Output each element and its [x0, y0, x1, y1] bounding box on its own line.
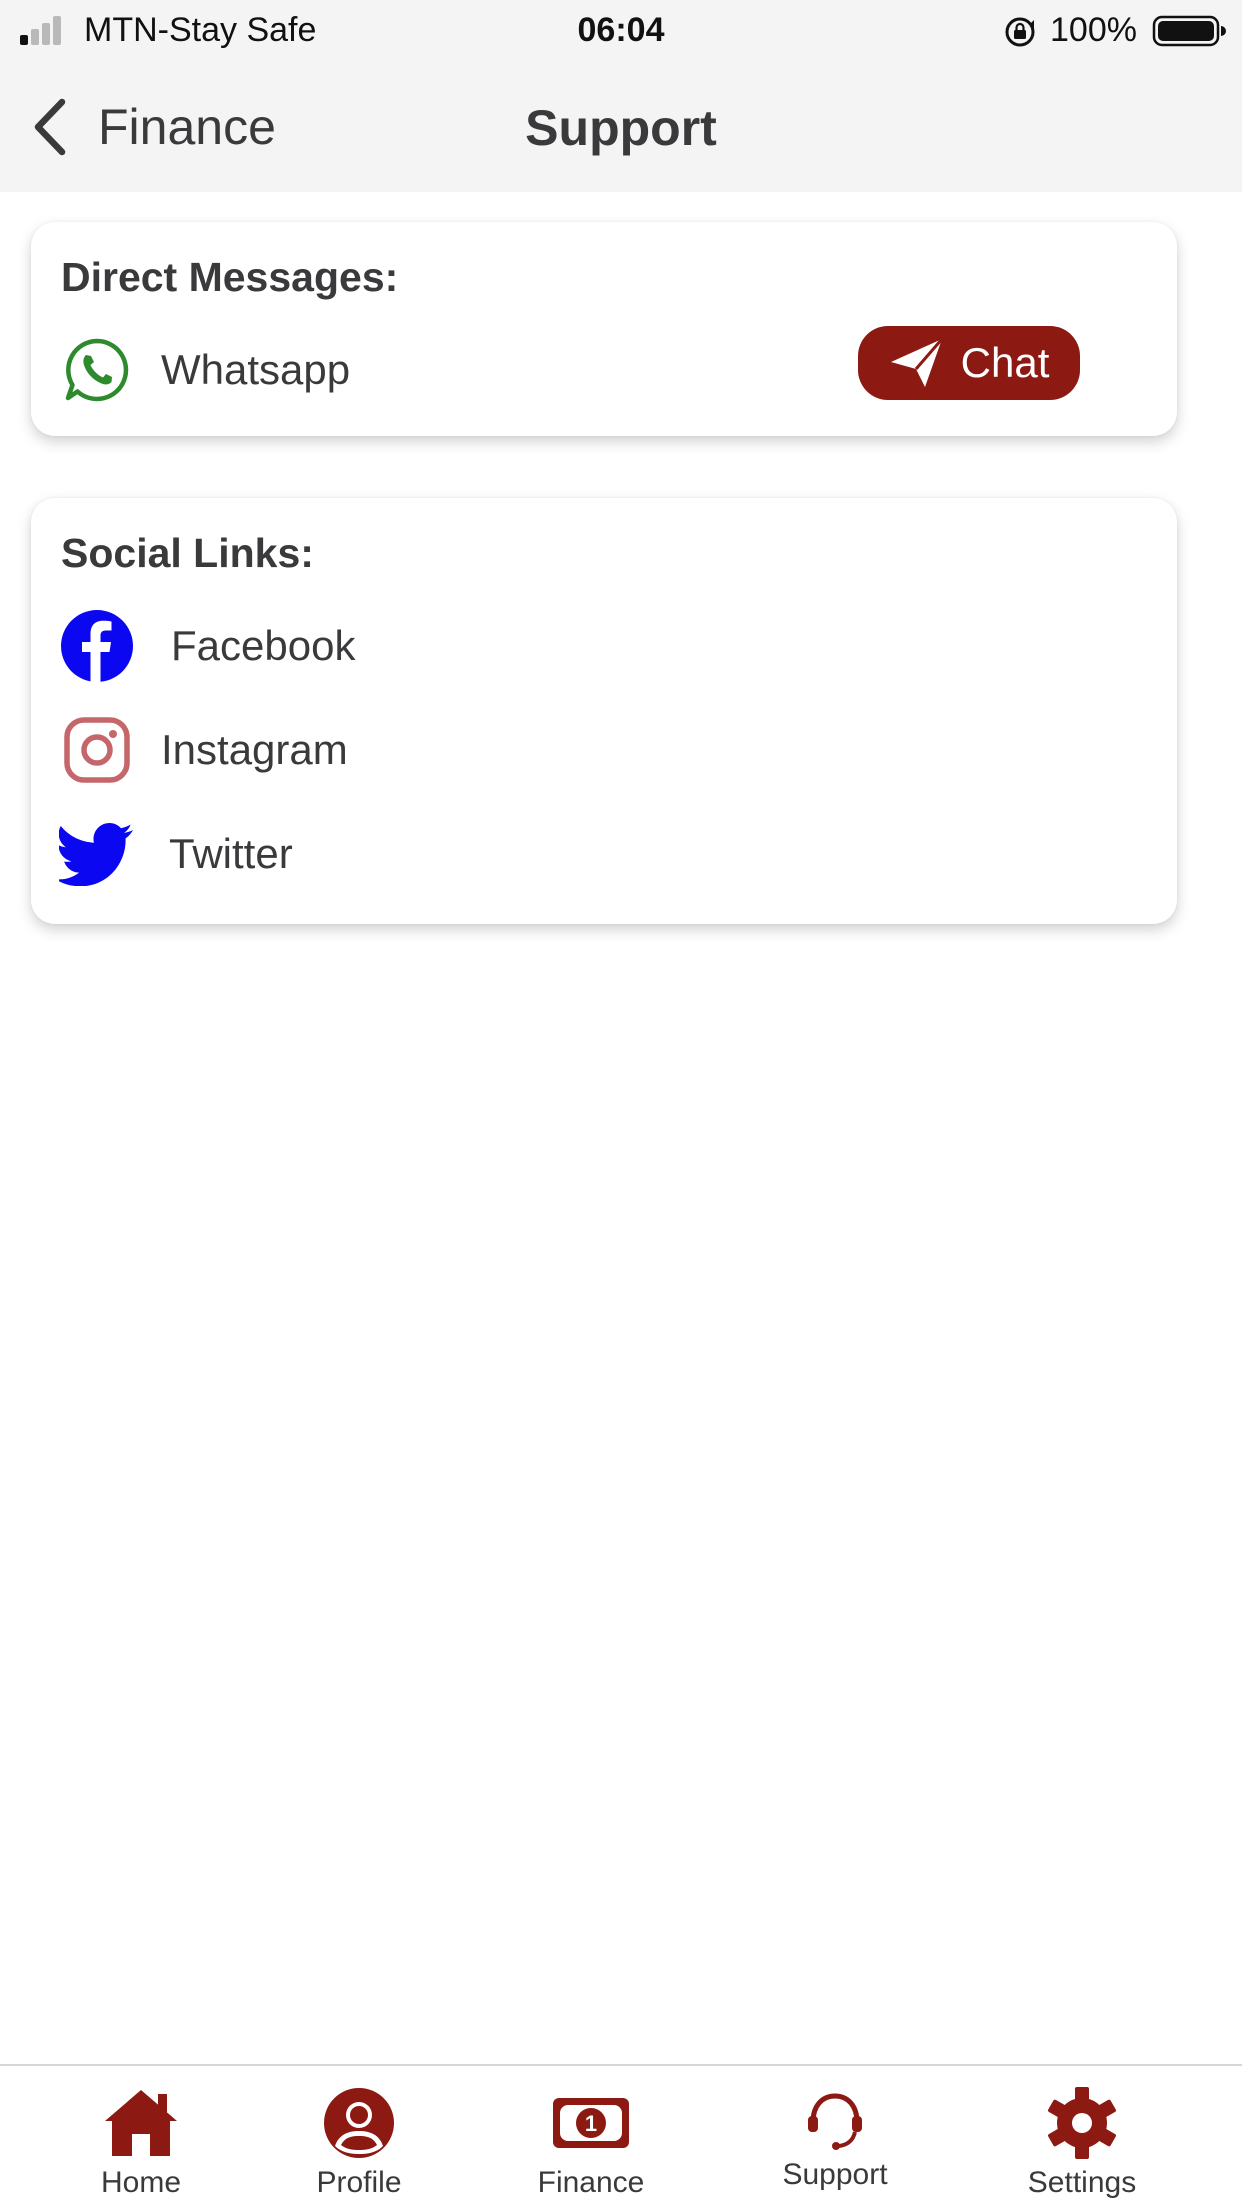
- tab-finance-label: Finance: [537, 2166, 645, 2199]
- social-links-card: Social Links: Facebook Instagram Twitter: [31, 498, 1177, 924]
- instagram-row[interactable]: Instagram: [59, 712, 348, 788]
- facebook-label: Facebook: [171, 622, 356, 669]
- headset-icon: [808, 2093, 862, 2150]
- battery-percentage: 100%: [1050, 11, 1137, 49]
- whatsapp-row[interactable]: Whatsapp: [59, 332, 350, 408]
- social-links-heading: Social Links:: [61, 530, 314, 576]
- tab-home-label: Home: [100, 2166, 182, 2199]
- twitter-row[interactable]: Twitter: [59, 816, 293, 892]
- facebook-icon: [59, 608, 135, 684]
- twitter-label: Twitter: [169, 830, 293, 877]
- tab-finance[interactable]: 1 Finance: [491, 2066, 691, 2208]
- rotation-lock-icon: [1005, 17, 1035, 47]
- tab-support[interactable]: Support: [735, 2066, 935, 2208]
- battery-icon: [1152, 15, 1226, 47]
- navigation-bar: Finance Support: [0, 62, 1242, 192]
- twitter-icon: [59, 816, 135, 892]
- chat-button[interactable]: Chat: [858, 326, 1080, 400]
- instagram-icon: [59, 712, 135, 788]
- tab-support-label: Support: [782, 2158, 888, 2191]
- page-title: Support: [525, 100, 717, 156]
- whatsapp-icon: [59, 332, 135, 408]
- tab-settings-label: Settings: [1027, 2166, 1137, 2199]
- status-bar: MTN-Stay Safe 06:04 100%: [0, 0, 1242, 62]
- paper-plane-icon: [890, 338, 943, 387]
- tab-bar: Home Profile 1 Finance Support Settings: [0, 2064, 1242, 2208]
- chat-button-label: Chat: [960, 339, 1050, 386]
- tab-profile[interactable]: Profile: [259, 2066, 459, 2208]
- facebook-row[interactable]: Facebook: [59, 608, 355, 684]
- money-bill-icon: 1: [553, 2098, 629, 2148]
- tab-profile-label: Profile: [316, 2166, 402, 2199]
- svg-text:1: 1: [585, 2111, 597, 2136]
- profile-icon: [324, 2088, 394, 2158]
- direct-messages-heading: Direct Messages:: [61, 254, 399, 300]
- gear-icon: [1048, 2087, 1116, 2159]
- home-icon: [105, 2090, 177, 2156]
- support-screen: MTN-Stay Safe 06:04 100% Finance Support…: [0, 0, 1242, 2208]
- tab-home[interactable]: Home: [41, 2066, 241, 2208]
- whatsapp-label: Whatsapp: [161, 346, 351, 393]
- direct-messages-card: Direct Messages: Whatsapp Chat: [31, 222, 1177, 436]
- instagram-label: Instagram: [161, 726, 348, 773]
- tab-settings[interactable]: Settings: [982, 2066, 1182, 2208]
